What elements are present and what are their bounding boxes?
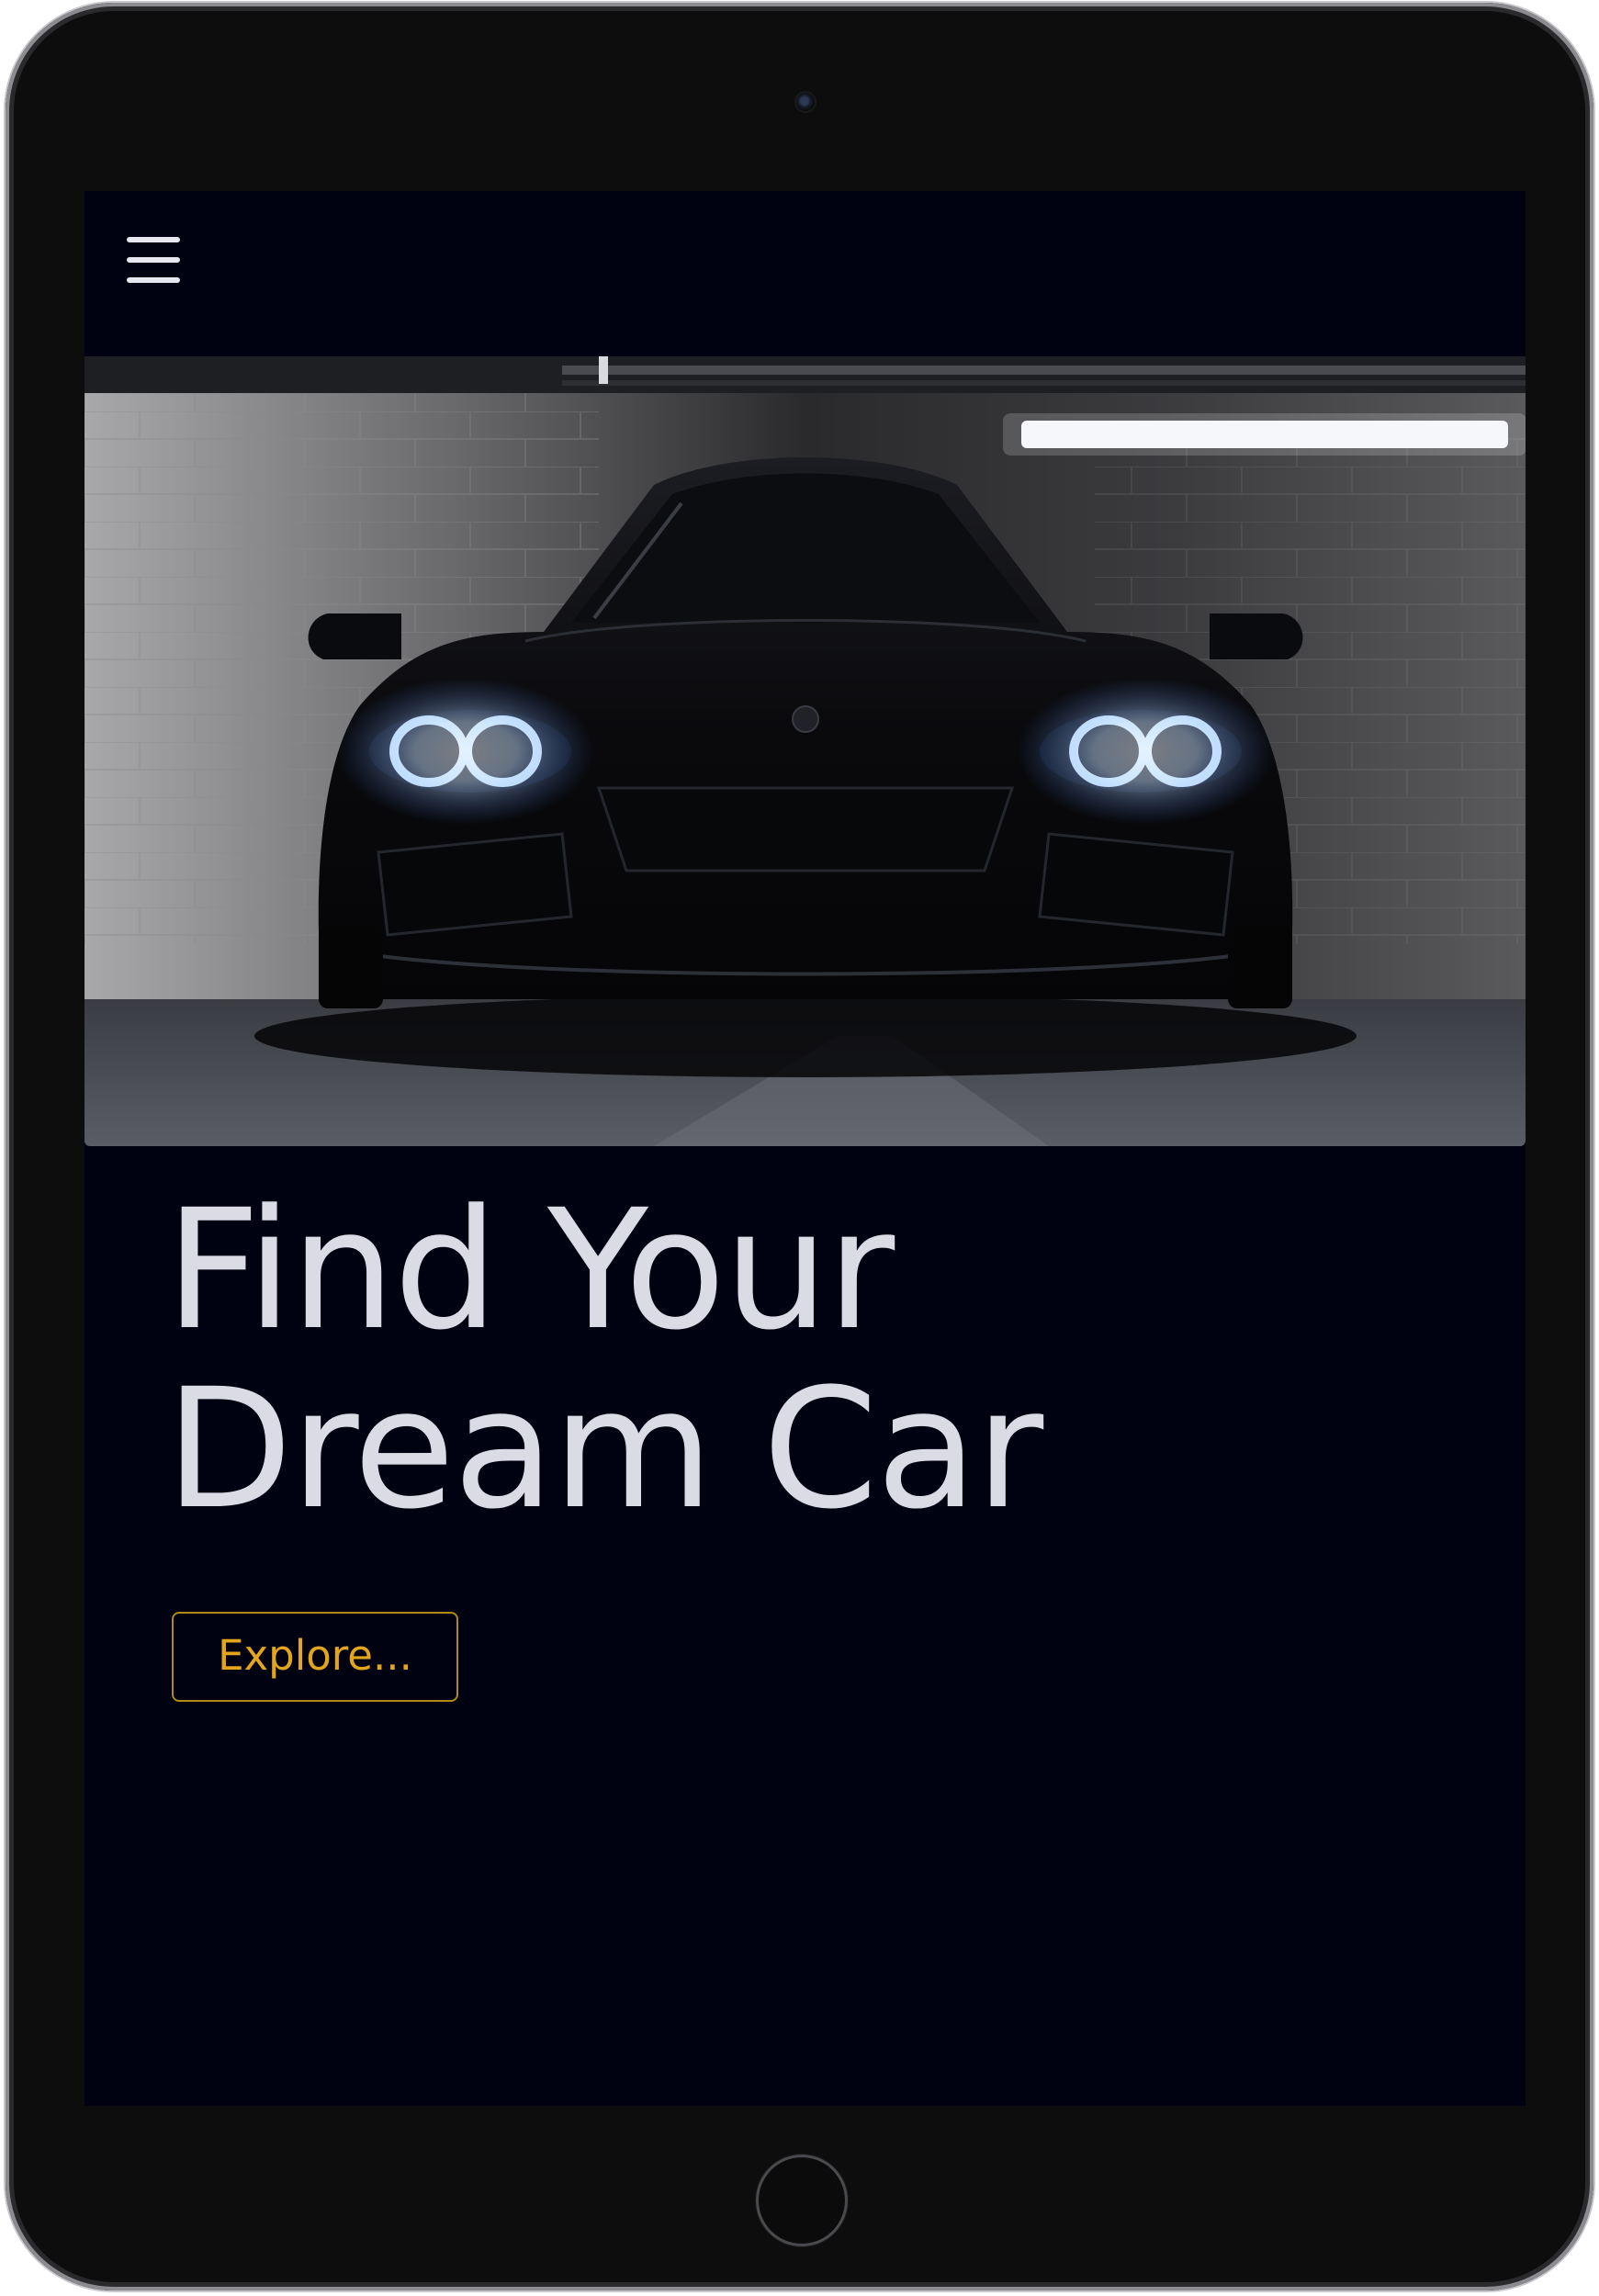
hero-title-line-1: Find Your bbox=[165, 1175, 895, 1367]
tablet-device-frame: Find Your Dream Car Explore... bbox=[6, 3, 1593, 2290]
home-button[interactable] bbox=[756, 2155, 848, 2246]
hero-title: Find Your Dream Car bbox=[165, 1181, 1451, 1539]
navbar bbox=[84, 191, 1526, 356]
tablet-screen: Find Your Dream Car Explore... bbox=[84, 191, 1526, 2106]
front-camera bbox=[796, 93, 815, 111]
hamburger-menu-icon[interactable] bbox=[127, 233, 182, 288]
hero-car-image bbox=[84, 356, 1526, 1146]
explore-button[interactable]: Explore... bbox=[172, 1612, 458, 1702]
hero-title-line-2: Dream Car bbox=[165, 1354, 1043, 1546]
